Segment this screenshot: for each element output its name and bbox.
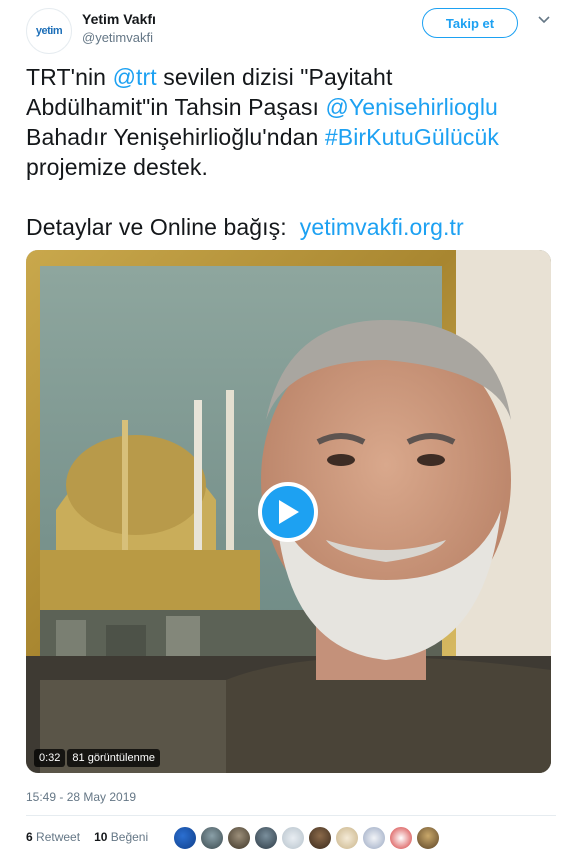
mention-link-trt[interactable]: @trt [113, 64, 157, 90]
mention-link-actor[interactable]: @Yenisehirlioglu [326, 94, 498, 120]
tweet-stats: 6 Retweet 10 Beğeni [26, 830, 148, 844]
liker-avatars [173, 826, 440, 850]
play-button[interactable] [258, 482, 318, 542]
avatar[interactable]: yetim [26, 8, 72, 54]
liker-avatar[interactable] [308, 826, 332, 850]
likes-stat[interactable]: 10 Beğeni [94, 830, 148, 844]
divider [26, 815, 556, 816]
liker-avatar[interactable] [335, 826, 359, 850]
liker-avatar[interactable] [389, 826, 413, 850]
account-handle[interactable]: @yetimvakfi [82, 30, 153, 45]
liker-avatar[interactable] [362, 826, 386, 850]
video-views: 81 görüntülenme [67, 749, 160, 767]
hashtag-link[interactable]: #BirKutuGülücük [325, 124, 499, 150]
chevron-down-icon[interactable] [536, 12, 552, 28]
tweet-text: TRT'nin @trt sevilen dizisi "Payitaht Ab… [26, 64, 499, 240]
account-name[interactable]: Yetim Vakfı [82, 11, 156, 27]
liker-avatar[interactable] [416, 826, 440, 850]
play-icon [279, 500, 299, 524]
website-link[interactable]: yetimvakfi.org.tr [300, 214, 464, 240]
liker-avatar[interactable] [173, 826, 197, 850]
retweets-stat[interactable]: 6 Retweet [26, 830, 80, 844]
video-duration: 0:32 [34, 749, 66, 767]
liker-avatar[interactable] [200, 826, 224, 850]
liker-avatar[interactable] [281, 826, 305, 850]
liker-avatar[interactable] [227, 826, 251, 850]
follow-button[interactable]: Takip et [422, 8, 518, 38]
tweet-header: yetim Yetim Vakfı @yetimvakfi Takip et [0, 0, 566, 60]
liker-avatar[interactable] [254, 826, 278, 850]
video-info: 0:32 81 görüntülenme [34, 749, 160, 767]
tweet-timestamp[interactable]: 15:49 - 28 May 2019 [26, 790, 136, 804]
